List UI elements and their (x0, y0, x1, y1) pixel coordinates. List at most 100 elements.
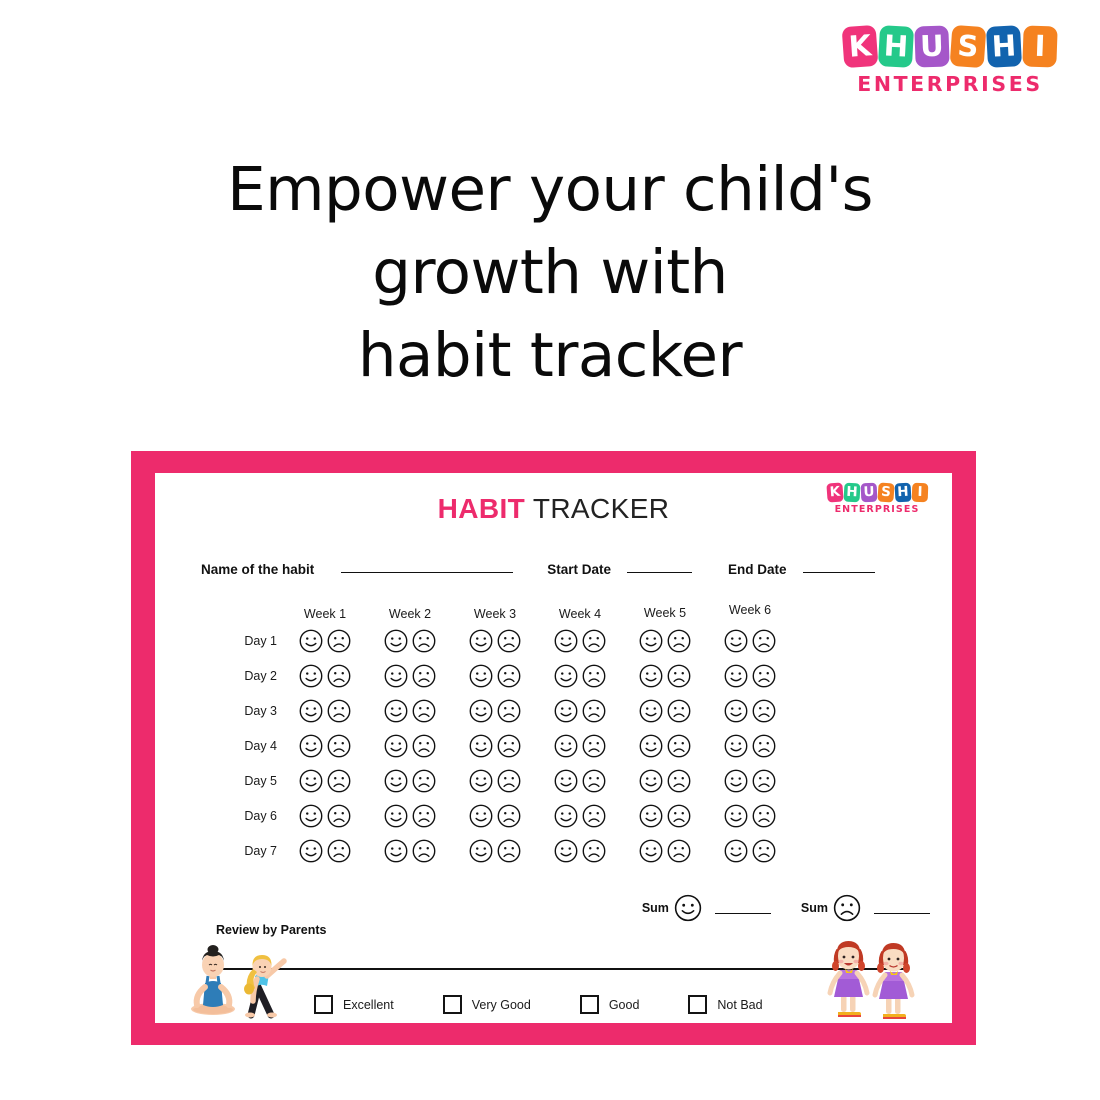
sad-face-icon[interactable] (411, 663, 437, 689)
end-date-input[interactable] (802, 572, 875, 573)
happy-face-icon[interactable] (638, 628, 664, 654)
sad-face-icon[interactable] (581, 628, 607, 654)
sad-face-icon[interactable] (751, 803, 777, 829)
happy-face-icon[interactable] (468, 628, 494, 654)
checkbox-icon[interactable] (579, 995, 599, 1014)
checkbox-icon[interactable] (314, 995, 333, 1014)
day-label-2: Day 2 (244, 668, 277, 683)
happy-face-icon[interactable] (383, 838, 409, 864)
checkbox-icon[interactable] (442, 995, 462, 1014)
happy-face-icon[interactable] (638, 698, 664, 724)
happy-face-icon[interactable] (383, 628, 409, 654)
review-by-parents-input[interactable] (216, 968, 906, 970)
sad-face-icon[interactable] (496, 838, 522, 864)
rating-option-not-bad[interactable]: Not Bad (688, 995, 763, 1014)
happy-face-icon[interactable] (298, 663, 324, 689)
sad-face-icon[interactable] (411, 803, 437, 829)
sad-face-icon[interactable] (666, 838, 692, 864)
happy-face-icon[interactable] (723, 663, 749, 689)
habit-name-input[interactable] (341, 572, 514, 573)
sad-face-icon[interactable] (666, 663, 692, 689)
happy-face-icon[interactable] (298, 698, 324, 724)
sad-face-icon[interactable] (581, 838, 607, 864)
happy-face-icon[interactable] (553, 803, 579, 829)
happy-face-icon[interactable] (383, 733, 409, 759)
sad-face-icon[interactable] (326, 768, 352, 794)
sad-face-icon[interactable] (411, 628, 437, 654)
happy-face-icon[interactable] (553, 698, 579, 724)
sad-face-icon[interactable] (326, 698, 352, 724)
happy-face-icon[interactable] (723, 803, 749, 829)
start-date-input[interactable] (627, 572, 693, 573)
sad-face-icon[interactable] (666, 803, 692, 829)
happy-face-icon[interactable] (553, 838, 579, 864)
happy-face-icon[interactable] (298, 803, 324, 829)
sad-face-icon[interactable] (496, 663, 522, 689)
happy-face-icon[interactable] (638, 663, 664, 689)
happy-face-icon[interactable] (553, 663, 579, 689)
sad-face-icon[interactable] (496, 803, 522, 829)
sad-face-icon[interactable] (666, 628, 692, 654)
happy-face-icon[interactable] (298, 628, 324, 654)
happy-face-icon[interactable] (723, 628, 749, 654)
sad-face-icon[interactable] (326, 733, 352, 759)
happy-face-icon[interactable] (298, 838, 324, 864)
sad-face-icon[interactable] (666, 768, 692, 794)
sad-face-icon[interactable] (496, 698, 522, 724)
sad-face-icon[interactable] (411, 698, 437, 724)
happy-face-icon[interactable] (468, 733, 494, 759)
happy-face-icon[interactable] (383, 803, 409, 829)
happy-face-icon[interactable] (468, 698, 494, 724)
sad-face-icon[interactable] (496, 628, 522, 654)
happy-face-icon[interactable] (638, 838, 664, 864)
sad-face-icon[interactable] (751, 663, 777, 689)
sad-face-icon[interactable] (411, 768, 437, 794)
happy-face-icon[interactable] (383, 768, 409, 794)
happy-face-icon[interactable] (723, 838, 749, 864)
rating-option-excellent[interactable]: Excellent (314, 995, 394, 1014)
sad-face-icon[interactable] (751, 733, 777, 759)
sad-face-icon[interactable] (666, 698, 692, 724)
sad-face-icon[interactable] (666, 733, 692, 759)
checkbox-icon[interactable] (688, 995, 708, 1014)
sad-face-icon[interactable] (496, 733, 522, 759)
happy-face-icon[interactable] (383, 698, 409, 724)
cell-week1-day6 (283, 803, 367, 829)
sad-face-icon[interactable] (751, 698, 777, 724)
sad-face-icon[interactable] (751, 628, 777, 654)
happy-face-icon[interactable] (298, 733, 324, 759)
happy-face-icon[interactable] (723, 733, 749, 759)
sad-face-icon[interactable] (326, 803, 352, 829)
sad-face-icon[interactable] (581, 733, 607, 759)
happy-face-icon[interactable] (468, 838, 494, 864)
sad-face-icon[interactable] (751, 768, 777, 794)
happy-face-icon[interactable] (638, 768, 664, 794)
happy-face-icon[interactable] (468, 768, 494, 794)
sum-sad-input[interactable] (874, 912, 930, 914)
sad-face-icon[interactable] (496, 768, 522, 794)
happy-face-icon[interactable] (638, 733, 664, 759)
sad-face-icon[interactable] (326, 838, 352, 864)
happy-face-icon[interactable] (468, 663, 494, 689)
happy-face-icon[interactable] (553, 628, 579, 654)
happy-face-icon[interactable] (723, 768, 749, 794)
sad-face-icon[interactable] (326, 663, 352, 689)
sad-face-icon[interactable] (751, 838, 777, 864)
happy-face-icon[interactable] (638, 803, 664, 829)
sad-face-icon[interactable] (581, 698, 607, 724)
rating-option-very-good[interactable]: Very Good (442, 995, 531, 1014)
sad-face-icon[interactable] (326, 628, 352, 654)
happy-face-icon[interactable] (298, 768, 324, 794)
sum-happy-input[interactable] (714, 912, 771, 914)
happy-face-icon[interactable] (553, 733, 579, 759)
sad-face-icon[interactable] (411, 733, 437, 759)
sad-face-icon[interactable] (411, 838, 437, 864)
rating-option-good[interactable]: Good (579, 995, 639, 1014)
happy-face-icon[interactable] (383, 663, 409, 689)
sad-face-icon[interactable] (581, 663, 607, 689)
sad-face-icon[interactable] (581, 803, 607, 829)
happy-face-icon[interactable] (723, 698, 749, 724)
sad-face-icon[interactable] (581, 768, 607, 794)
happy-face-icon[interactable] (553, 768, 579, 794)
happy-face-icon[interactable] (468, 803, 494, 829)
